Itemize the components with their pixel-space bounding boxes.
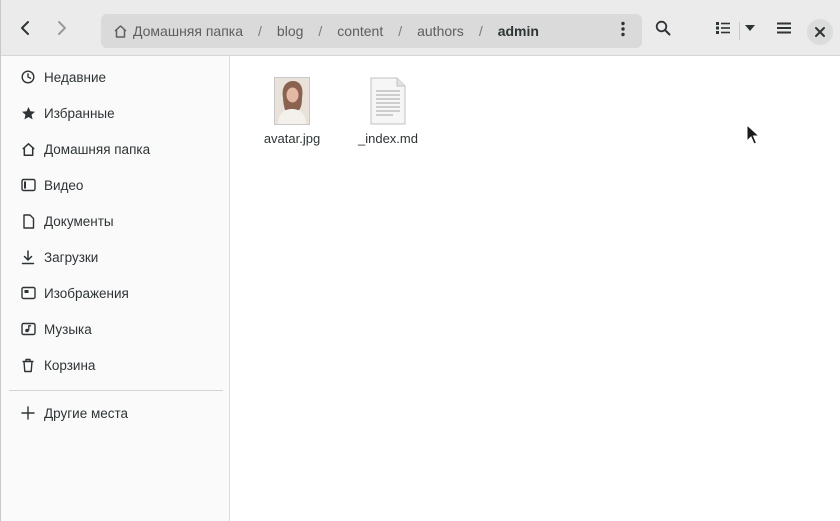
sidebar-item-label: Недавние xyxy=(44,69,107,85)
plus-icon xyxy=(20,405,36,421)
image-icon xyxy=(20,285,36,301)
sidebar-item-downloads[interactable]: Загрузки xyxy=(1,242,229,272)
file-item-index[interactable]: _index.md xyxy=(340,56,436,156)
vertical-dots-icon xyxy=(621,21,625,42)
file-item-avatar[interactable]: avatar.jpg xyxy=(244,56,340,156)
sidebar-item-music[interactable]: Музыка xyxy=(1,314,229,344)
header-bar: Домашняя папка / blog / content / author… xyxy=(1,0,840,56)
sidebar-item-video[interactable]: Видео xyxy=(1,170,229,200)
back-button[interactable] xyxy=(11,14,39,42)
trash-icon xyxy=(20,357,36,373)
home-icon xyxy=(113,24,128,39)
clock-icon xyxy=(20,69,36,85)
breadcrumb-authors[interactable]: authors xyxy=(417,23,464,39)
breadcrumb-home-label: Домашняя папка xyxy=(133,23,244,39)
sidebar-item-recent[interactable]: Недавние xyxy=(1,62,229,92)
sidebar-item-label: Загрузки xyxy=(44,249,99,265)
breadcrumb-separator: / xyxy=(318,23,323,39)
search-icon xyxy=(655,20,671,36)
sidebar-item-starred[interactable]: Избранные xyxy=(1,98,229,128)
image-thumbnail-icon xyxy=(274,77,310,125)
star-icon xyxy=(20,105,36,121)
sidebar-item-other-places[interactable]: Другие места xyxy=(1,398,229,428)
forward-button[interactable] xyxy=(48,14,76,42)
text-file-icon xyxy=(367,77,409,130)
sidebar-item-label: Музыка xyxy=(44,321,92,337)
sidebar-item-home[interactable]: Домашняя папка xyxy=(1,134,229,164)
sidebar-item-label: Видео xyxy=(44,177,84,193)
video-icon xyxy=(20,177,36,193)
close-button[interactable] xyxy=(807,19,833,45)
path-bar: Домашняя папка / blog / content / author… xyxy=(101,14,642,48)
breadcrumb-separator: / xyxy=(258,23,262,39)
sidebar: Недавние Избранные Домашняя папка Видео … xyxy=(1,56,230,521)
hamburger-menu-icon xyxy=(776,21,792,35)
sidebar-item-images[interactable]: Изображения xyxy=(1,278,229,308)
sidebar-item-label: Домашняя папка xyxy=(44,141,151,157)
sidebar-item-trash[interactable]: Корзина xyxy=(1,350,229,380)
breadcrumb-current[interactable]: admin xyxy=(498,23,539,39)
breadcrumb-separator: / xyxy=(478,23,483,39)
search-button[interactable] xyxy=(649,14,677,42)
sidebar-item-label: Изображения xyxy=(44,285,129,301)
view-options-button[interactable] xyxy=(737,14,763,42)
file-name: avatar.jpg xyxy=(263,131,321,146)
sidebar-item-documents[interactable]: Документы xyxy=(1,206,229,236)
download-icon xyxy=(20,249,36,265)
breadcrumb-content[interactable]: content xyxy=(337,23,383,39)
breadcrumb-separator: / xyxy=(398,23,403,39)
breadcrumb-home[interactable]: Домашняя папка xyxy=(113,23,243,39)
sidebar-item-label: Другие места xyxy=(44,405,129,421)
sidebar-item-label: Документы xyxy=(44,213,114,229)
file-name: _index.md xyxy=(358,131,418,146)
file-manager-window: Домашняя папка / blog / content / author… xyxy=(0,0,840,521)
breadcrumb-blog[interactable]: blog xyxy=(277,23,303,39)
home-icon xyxy=(20,141,36,157)
main-menu-button[interactable] xyxy=(770,14,798,42)
list-view-icon xyxy=(715,21,731,35)
sidebar-divider xyxy=(9,390,223,391)
sidebar-item-label: Корзина xyxy=(44,357,96,373)
mouse-cursor-icon xyxy=(746,123,761,151)
view-toggle-button[interactable] xyxy=(709,14,737,42)
forward-icon xyxy=(55,20,69,36)
document-icon xyxy=(20,213,36,229)
sidebar-item-label: Избранные xyxy=(44,105,115,121)
music-icon xyxy=(20,321,36,337)
close-icon xyxy=(814,26,826,38)
path-menu-button[interactable] xyxy=(610,17,636,45)
chevron-down-icon xyxy=(744,24,756,32)
back-icon xyxy=(18,20,32,36)
